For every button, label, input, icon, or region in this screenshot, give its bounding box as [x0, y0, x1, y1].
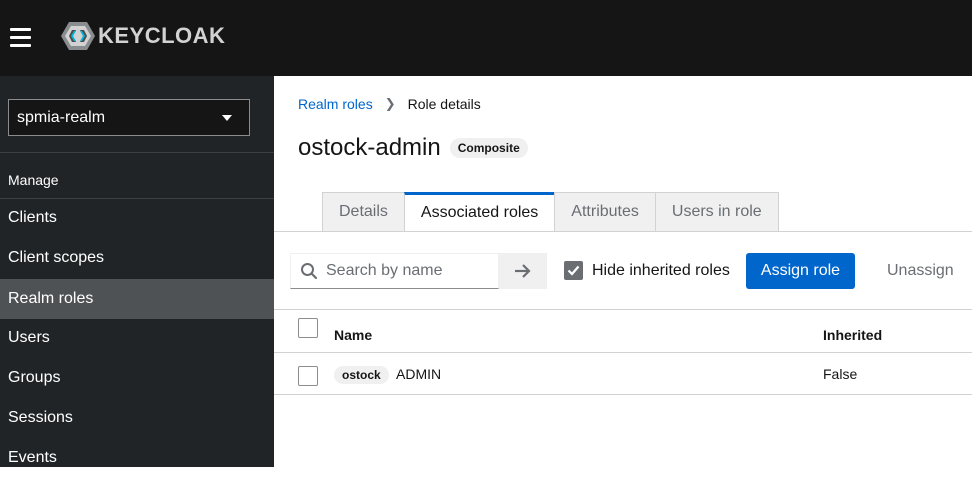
inherited-cell: False [823, 366, 858, 382]
sidebar: spmia-realm Manage Clients Client scopes… [0, 76, 274, 467]
tab-attributes[interactable]: Attributes [554, 192, 655, 232]
role-name-cell: ADMIN [396, 366, 442, 382]
sidebar-item-users[interactable]: Users [0, 318, 274, 358]
select-all-checkbox[interactable] [298, 318, 318, 338]
masthead: KEYCLOAK [0, 0, 972, 76]
search-icon [301, 263, 318, 280]
tab-associated-roles[interactable]: Associated roles [403, 192, 555, 232]
breadcrumb-realm-roles-link[interactable]: Realm roles [298, 96, 373, 112]
table-row-border [274, 394, 972, 395]
arrow-right-icon [515, 264, 531, 278]
column-header-name[interactable]: Name [334, 327, 372, 343]
sidebar-item-clients[interactable]: Clients [0, 198, 274, 238]
tabs: Details Associated roles Attributes User… [322, 192, 779, 232]
tab-details[interactable]: Details [322, 192, 404, 232]
unassign-button[interactable]: Unassign [887, 253, 954, 289]
page-title: ostock-admin [298, 134, 441, 161]
hide-inherited-roles-label: Hide inherited roles [592, 261, 730, 279]
sidebar-divider [0, 152, 274, 153]
sidebar-item-events[interactable]: Events [0, 438, 274, 478]
search-box [290, 253, 499, 289]
assign-role-button[interactable]: Assign role [746, 253, 855, 289]
nav-group-manage: Manage [8, 172, 59, 188]
hamburger-menu-icon[interactable] [10, 28, 31, 48]
search-submit-button[interactable] [499, 253, 547, 289]
chevron-right-icon: ❯ [384, 96, 396, 111]
table-top-border [274, 309, 972, 310]
sidebar-item-sessions[interactable]: Sessions [0, 398, 274, 438]
checkbox-checked-icon[interactable] [564, 261, 583, 280]
toolbar: Hide inherited roles Assign role Unassig… [290, 253, 970, 289]
search-input[interactable] [326, 262, 496, 280]
realm-selector[interactable]: spmia-realm [8, 99, 250, 136]
table-header-border [274, 352, 972, 353]
keycloak-logo[interactable]: KEYCLOAK [60, 20, 225, 52]
tabs-divider [274, 231, 972, 232]
sidebar-item-client-scopes[interactable]: Client scopes [0, 238, 274, 278]
realm-name: spmia-realm [17, 108, 106, 126]
main-content: Realm roles ❯ Role details ostock-admin … [274, 76, 972, 467]
row-select-checkbox[interactable] [298, 366, 318, 386]
breadcrumb-current: Role details [407, 96, 481, 112]
keycloak-logo-icon [61, 22, 95, 50]
client-badge: ostock [334, 366, 389, 384]
hide-inherited-roles-checkbox[interactable]: Hide inherited roles [564, 261, 730, 280]
logo-text: KEYCLOAK [98, 23, 226, 48]
breadcrumb: Realm roles ❯ Role details [298, 96, 481, 112]
sidebar-item-groups[interactable]: Groups [0, 358, 274, 398]
sidebar-item-realm-roles[interactable]: Realm roles [0, 279, 274, 319]
tab-users-in-role[interactable]: Users in role [654, 192, 779, 232]
column-header-inherited[interactable]: Inherited [823, 327, 882, 343]
title-row: ostock-admin Composite [298, 134, 528, 162]
composite-badge: Composite [449, 138, 528, 158]
caret-down-icon [222, 115, 232, 121]
